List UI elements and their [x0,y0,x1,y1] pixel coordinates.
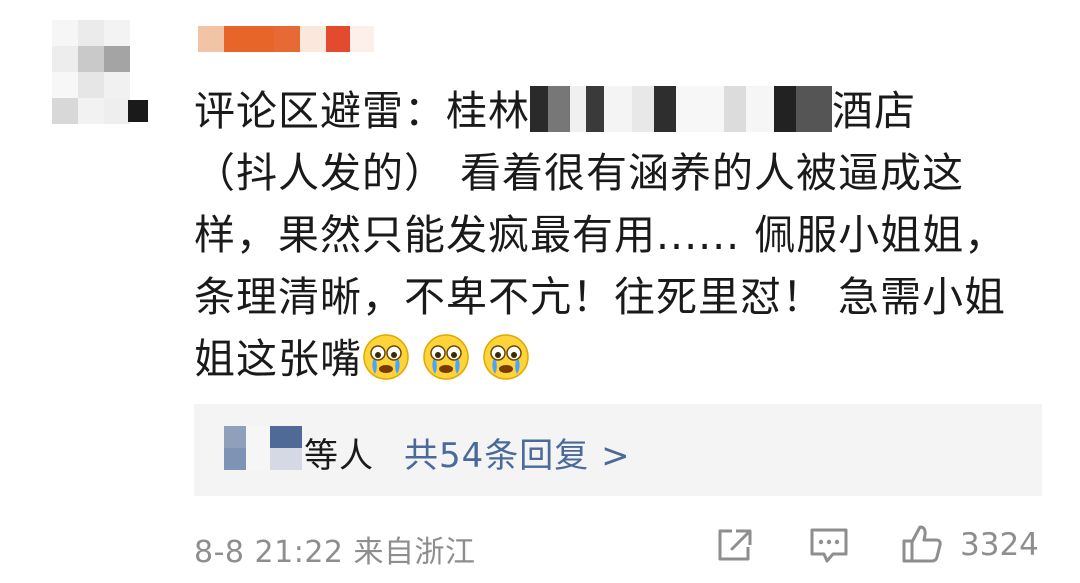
comment-hotel-suffix: 酒店 [832,87,916,135]
mosaic-pixel [586,86,604,132]
crying-face-icon [423,334,469,380]
view-replies-link[interactable]: 共54条回复 > [404,428,631,477]
username-pixel [274,26,300,52]
mosaic-pixel [270,448,302,470]
mosaic-pixel [796,86,832,132]
crying-face-icon [483,334,529,380]
comment-meta: 8-8 21:22 来自浙江 [194,527,476,571]
username-pixel [326,26,350,52]
username-censored[interactable] [198,26,378,52]
location: 来自浙江 [353,535,476,570]
comment-prefix: 评论区避雷：桂林 [194,87,530,135]
mosaic-pixel [676,86,724,132]
avatar-pixel [104,98,130,124]
avatar-pixel [78,98,104,124]
mosaic-pixel [548,86,570,132]
avatar-pixel [52,72,78,98]
avatar[interactable] [52,20,152,130]
username-pixel [198,26,224,52]
reply-avatars-censored [224,426,302,470]
mosaic-pixel [530,86,548,132]
username-pixel [224,26,274,52]
thumbs-up-icon[interactable] [900,522,944,566]
mosaic-pixel [774,86,796,132]
mosaic-pixel [632,86,654,132]
avatar-pixel [104,20,130,46]
avatar-pixel [78,46,104,72]
username-pixel [350,26,374,52]
replies-panel[interactable]: 等人 共54条回复 > [194,404,1042,496]
avatar-pixel [78,20,104,46]
mosaic-pixel [746,86,774,132]
avatar-pixel [52,46,78,72]
avatar-pixel [128,100,148,122]
avatar-pixel [52,20,78,46]
like-count: 3324 [960,527,1039,563]
comment-icon[interactable] [808,525,850,565]
timestamp: 8-8 21:22 [194,535,344,570]
reply-prefix: 等人 [304,436,374,476]
mosaic-pixel [224,448,246,470]
hotel-name-censored [530,86,832,132]
share-icon[interactable] [714,525,756,565]
mosaic-pixel [570,86,586,132]
comment-text: 评论区避雷：桂林 酒店 （抖人发的） 看着很有涵养的人被逼成这样，果然只能发疯最有用… [194,80,1034,390]
mosaic-pixel [724,86,746,132]
avatar-pixel [104,46,130,72]
avatar-pixel [104,72,130,98]
crying-face-icon [363,334,409,380]
avatar-pixel [78,72,104,98]
mosaic-pixel [224,426,246,448]
comment-body: （抖人发的） 看着很有涵养的人被逼成这样，果然只能发疯最有用...... 佩服小… [194,149,1007,383]
mosaic-pixel [270,426,302,448]
mosaic-pixel [246,426,270,470]
avatar-pixel [52,98,78,124]
username-pixel [300,26,326,52]
mosaic-pixel [654,86,676,132]
mosaic-pixel [604,86,632,132]
